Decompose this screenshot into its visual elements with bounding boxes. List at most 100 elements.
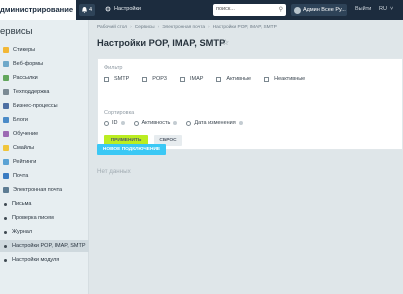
settings-label: Настройки (114, 6, 141, 12)
avatar (294, 6, 301, 14)
sidebar: ервисы Стикеры Веб-формы Рассылки Техпод… (0, 20, 89, 294)
sidebar-item-label: Обучение (13, 131, 39, 137)
sidebar-item-blogs[interactable]: Блоги (0, 114, 89, 126)
sidebar-item-smiles[interactable]: Смайлы (0, 142, 89, 154)
sidebar-item-learning[interactable]: Обучение (0, 128, 89, 140)
star-icon[interactable]: ☆ (222, 38, 229, 47)
breadcrumb-item[interactable]: Сервисы (135, 25, 155, 30)
bullet-icon (4, 216, 7, 220)
sidebar-item-label: Журнал (12, 229, 33, 235)
settings-button[interactable]: Настройки (105, 6, 141, 12)
filter-label: Фильтр (104, 65, 123, 71)
checkbox-box[interactable] (104, 76, 109, 82)
radio-circle[interactable] (133, 120, 139, 126)
checkbox-imap[interactable]: IMAP (179, 76, 203, 82)
sidebar-item-mail[interactable]: Почта (0, 170, 89, 182)
breadcrumb-item[interactable]: Настройки POP, IMAP, SMTP (213, 25, 277, 30)
breadcrumb-item[interactable]: Рабочий стол (97, 25, 127, 30)
sidebar-item-ratings[interactable]: Рейтинги (0, 156, 89, 168)
sidebar-item-label: Смайлы (13, 145, 35, 151)
sidebar-title: ервисы (0, 26, 33, 37)
checkbox-box[interactable] (142, 76, 148, 82)
notifications-button[interactable]: 4 (79, 4, 96, 16)
radio-label: Активность (141, 120, 171, 126)
brand-title[interactable]: дминистрирование (0, 0, 76, 20)
sidebar-item-label: Настройки модуля (12, 257, 60, 263)
blogs-icon (3, 117, 9, 123)
radio-circle[interactable] (186, 120, 192, 126)
sort-label: Сортировка (104, 110, 135, 116)
chevron-down-icon[interactable]: ˅ (390, 6, 393, 12)
ratings-icon (3, 159, 9, 165)
filter-checkboxes: SMTP POP3 IMAP Активные Неактивные (104, 76, 318, 82)
checkbox-active[interactable]: Активные (216, 76, 251, 82)
checkbox-pop3[interactable]: POP3 (142, 76, 167, 82)
sidebar-item-label: Рейтинги (13, 159, 37, 165)
breadcrumb: Рабочий стол › Сервисы › Электронная поч… (97, 25, 277, 30)
checkbox-box[interactable] (216, 76, 222, 82)
sidebar-item-stickers[interactable]: Стикеры (0, 44, 89, 56)
empty-state: Нет данных (97, 168, 131, 175)
sidebar-item-label: Электронная почта (13, 187, 63, 193)
help-icon[interactable] (120, 121, 125, 125)
webforms-icon (3, 61, 9, 67)
sidebar-item-email[interactable]: Электронная почта (0, 184, 89, 196)
bullet-icon (4, 202, 7, 206)
sidebar-item-journal[interactable]: Журнал (0, 226, 89, 238)
help-icon[interactable] (238, 121, 243, 125)
mailing-icon (3, 75, 9, 81)
notifications-count: 4 (89, 7, 93, 13)
checkbox-label: SMTP (114, 76, 130, 82)
logout-link[interactable]: Выйти (355, 6, 371, 12)
search-icon[interactable]: ⚲ (279, 6, 283, 13)
mail-icon (3, 173, 9, 179)
sidebar-item-label: Почта (13, 173, 29, 179)
checkbox-inactive[interactable]: Неактивные (264, 76, 305, 82)
radio-circle[interactable] (104, 120, 109, 126)
sidebar-item-label: Техподдержка (13, 89, 50, 95)
sidebar-item-pop-imap-smtp[interactable]: Настройки POP, IMAP, SMTP (0, 240, 89, 252)
sidebar-item-label: Проверка писем (12, 215, 54, 221)
user-menu[interactable]: Админ Всее Ру... (291, 4, 347, 16)
sidebar-item-webforms[interactable]: Веб-формы (0, 58, 89, 70)
language-switch[interactable]: RU (379, 6, 387, 12)
checkbox-smtp[interactable]: SMTP (104, 76, 129, 82)
chevron-right-icon: › (208, 25, 210, 30)
sidebar-item-label: Блоги (13, 117, 28, 123)
radio-date-modified[interactable]: Дата изменения (186, 120, 243, 126)
learning-icon (3, 131, 9, 137)
chevron-right-icon: › (157, 25, 160, 30)
sidebar-item-mailing[interactable]: Рассылки (0, 72, 89, 84)
bullet-icon (4, 230, 7, 234)
breadcrumb-item[interactable]: Электронная почта (162, 25, 205, 30)
radio-id[interactable]: ID (104, 120, 125, 126)
search-input[interactable]: поиск... ⚲ (213, 4, 286, 16)
radio-label: ID (112, 120, 118, 126)
new-connection-button[interactable]: НОВОЕ ПОДКЛЮЧЕНИЕ (97, 144, 166, 155)
sidebar-item-module-settings[interactable]: Настройки модуля (0, 254, 89, 266)
email-icon (3, 187, 9, 193)
sidebar-item-letters[interactable]: Письма (0, 198, 89, 210)
sidebar-item-label: Настройки POP, IMAP, SMTP (12, 243, 86, 249)
radio-label: Дата изменения (194, 120, 236, 126)
top-bar: дминистрирование 4 Настройки поиск... ⚲ … (0, 0, 403, 20)
sidebar-item-label: Стикеры (13, 47, 36, 53)
sidebar-item-label: Бизнес-процессы (13, 103, 58, 109)
smiles-icon (3, 145, 9, 151)
sidebar-item-label: Рассылки (13, 75, 38, 81)
help-icon[interactable] (173, 121, 178, 125)
bullet-icon (4, 244, 7, 248)
checkbox-label: POP3 (152, 76, 167, 82)
checkbox-box[interactable] (179, 76, 185, 82)
checkbox-label: Активные (226, 76, 252, 82)
checkbox-box[interactable] (264, 76, 270, 82)
radio-activity[interactable]: Активность (133, 120, 178, 126)
chevron-right-icon: › (130, 25, 132, 30)
user-name: Админ Всее Ру... (303, 7, 346, 13)
sidebar-item-check-letters[interactable]: Проверка писем (0, 212, 89, 224)
main-content: Рабочий стол › Сервисы › Электронная поч… (89, 20, 403, 294)
sidebar-item-support[interactable]: Техподдержка (0, 86, 89, 98)
sidebar-item-bizproc[interactable]: Бизнес-процессы (0, 100, 89, 112)
bullet-icon (4, 258, 7, 262)
support-icon (3, 89, 9, 95)
